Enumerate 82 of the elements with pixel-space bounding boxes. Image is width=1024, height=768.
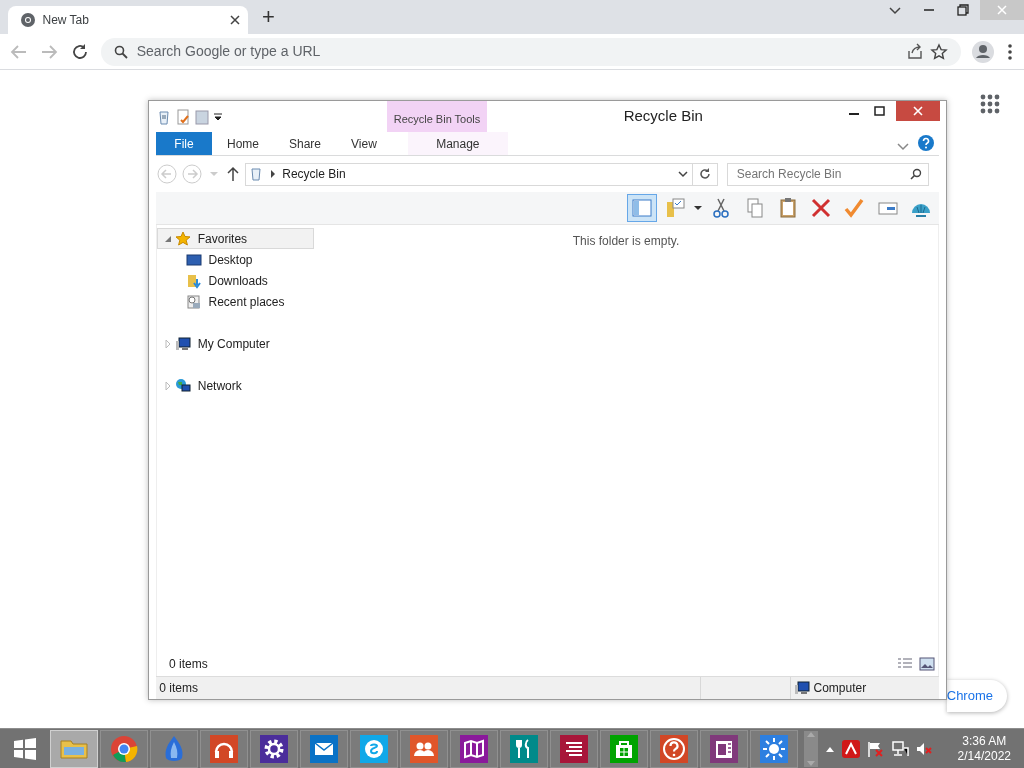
taskbar-button[interactable] (200, 729, 248, 768)
refresh-icon (698, 168, 711, 180)
file-tab[interactable]: File (156, 132, 212, 155)
avatar-icon[interactable] (971, 39, 995, 64)
windows-logo-icon (13, 736, 37, 761)
minimize-icon (848, 113, 859, 115)
monitor-icon (186, 251, 202, 268)
window-title: Recycle Bin (623, 106, 703, 127)
tree-item[interactable]: Favorites (157, 228, 314, 250)
star-icon[interactable] (930, 42, 949, 61)
network-icon[interactable] (890, 739, 909, 758)
cross-icon (810, 197, 832, 219)
recycle-bin-icon (249, 167, 264, 181)
pane-layout-button[interactable] (626, 194, 657, 222)
close-icon[interactable] (230, 15, 240, 25)
scroll-down-icon (807, 760, 815, 767)
search-field[interactable]: Search Recycle Bin (727, 162, 930, 186)
download-folder-icon (186, 272, 202, 289)
scroll-up-icon (807, 730, 815, 737)
recent-places-icon (186, 293, 202, 310)
taskbar-button[interactable] (400, 729, 448, 768)
empty-folder-message: This folder is empty. (572, 233, 680, 248)
ribbon-tab[interactable]: Manage (407, 132, 508, 155)
apps-grid-icon[interactable] (980, 94, 1000, 114)
status-location: Computer (813, 680, 867, 697)
tree-item[interactable]: My Computer (157, 333, 314, 355)
computer-icon (175, 335, 192, 352)
search-input[interactable]: Search Google or type a URL (134, 40, 900, 63)
taskbar-button[interactable] (350, 729, 398, 768)
tree-item[interactable]: Recent places (157, 291, 314, 313)
customize-button[interactable]: Chrome (947, 680, 1007, 712)
taskbar-button[interactable] (250, 729, 298, 768)
close-button[interactable] (895, 101, 940, 121)
taskbar-button[interactable] (750, 729, 798, 768)
large-icons-view-icon[interactable] (918, 656, 935, 671)
help-icon[interactable] (917, 134, 935, 152)
share-icon[interactable] (905, 42, 924, 61)
flag-icon[interactable] (866, 739, 885, 758)
globe-icon (20, 12, 36, 28)
browser-icon (109, 733, 139, 764)
refresh-button[interactable] (691, 162, 718, 186)
taskbar-button[interactable] (450, 729, 498, 768)
taskbar-button[interactable] (600, 729, 648, 768)
tree-item[interactable]: Desktop (157, 249, 314, 271)
antivirus-icon[interactable] (841, 739, 860, 758)
browser-tab[interactable]: New Tab (8, 6, 248, 34)
tab-title: New Tab (42, 12, 90, 29)
ribbon-tab[interactable]: View (336, 132, 392, 155)
taskbar-button[interactable] (300, 729, 348, 768)
address-text: Recycle Bin (282, 166, 347, 183)
chevron-right-icon (269, 170, 276, 178)
item-count: 0 items (169, 655, 209, 673)
address-field[interactable]: Recycle Bin (245, 162, 694, 186)
clock-time: 3:36 AM (961, 733, 1008, 749)
tree-item[interactable]: Network (157, 375, 314, 397)
tree-item[interactable]: Downloads (157, 270, 314, 292)
checkmark-icon (843, 197, 866, 219)
dropdown-caret-icon[interactable] (693, 203, 703, 213)
close-icon (912, 106, 923, 116)
computer-icon (794, 680, 811, 696)
ribbon-tab[interactable]: Share (274, 132, 337, 155)
dropdown-chevron-icon[interactable] (677, 168, 689, 180)
address-bar[interactable]: Search Google or type a URL (101, 37, 962, 66)
taskbar-button[interactable] (650, 729, 698, 768)
star-icon (175, 230, 192, 247)
status-item-count: 0 items (158, 680, 199, 697)
search-icon (114, 44, 129, 59)
pane-layout-icon (630, 197, 653, 219)
network-icon (175, 377, 192, 394)
dropdown-caret-icon[interactable] (213, 111, 224, 122)
properties-icon[interactable] (174, 108, 191, 125)
taskbar-button[interactable] (550, 729, 598, 768)
clock[interactable]: 3:36 AM 2/14/2022 (957, 733, 1011, 764)
search-icon (909, 168, 922, 180)
contextual-tab-group: Recycle Bin Tools (387, 101, 487, 132)
taskbar-button[interactable] (500, 729, 548, 768)
maximize-icon (873, 106, 885, 116)
clock-date: 2/14/2022 (957, 748, 1011, 764)
taskbar-button[interactable] (700, 729, 748, 768)
expanded-arrow-icon[interactable] (164, 234, 172, 243)
ribbon-tab[interactable]: Home (212, 132, 274, 155)
new-tab-button[interactable]: + (254, 3, 283, 32)
